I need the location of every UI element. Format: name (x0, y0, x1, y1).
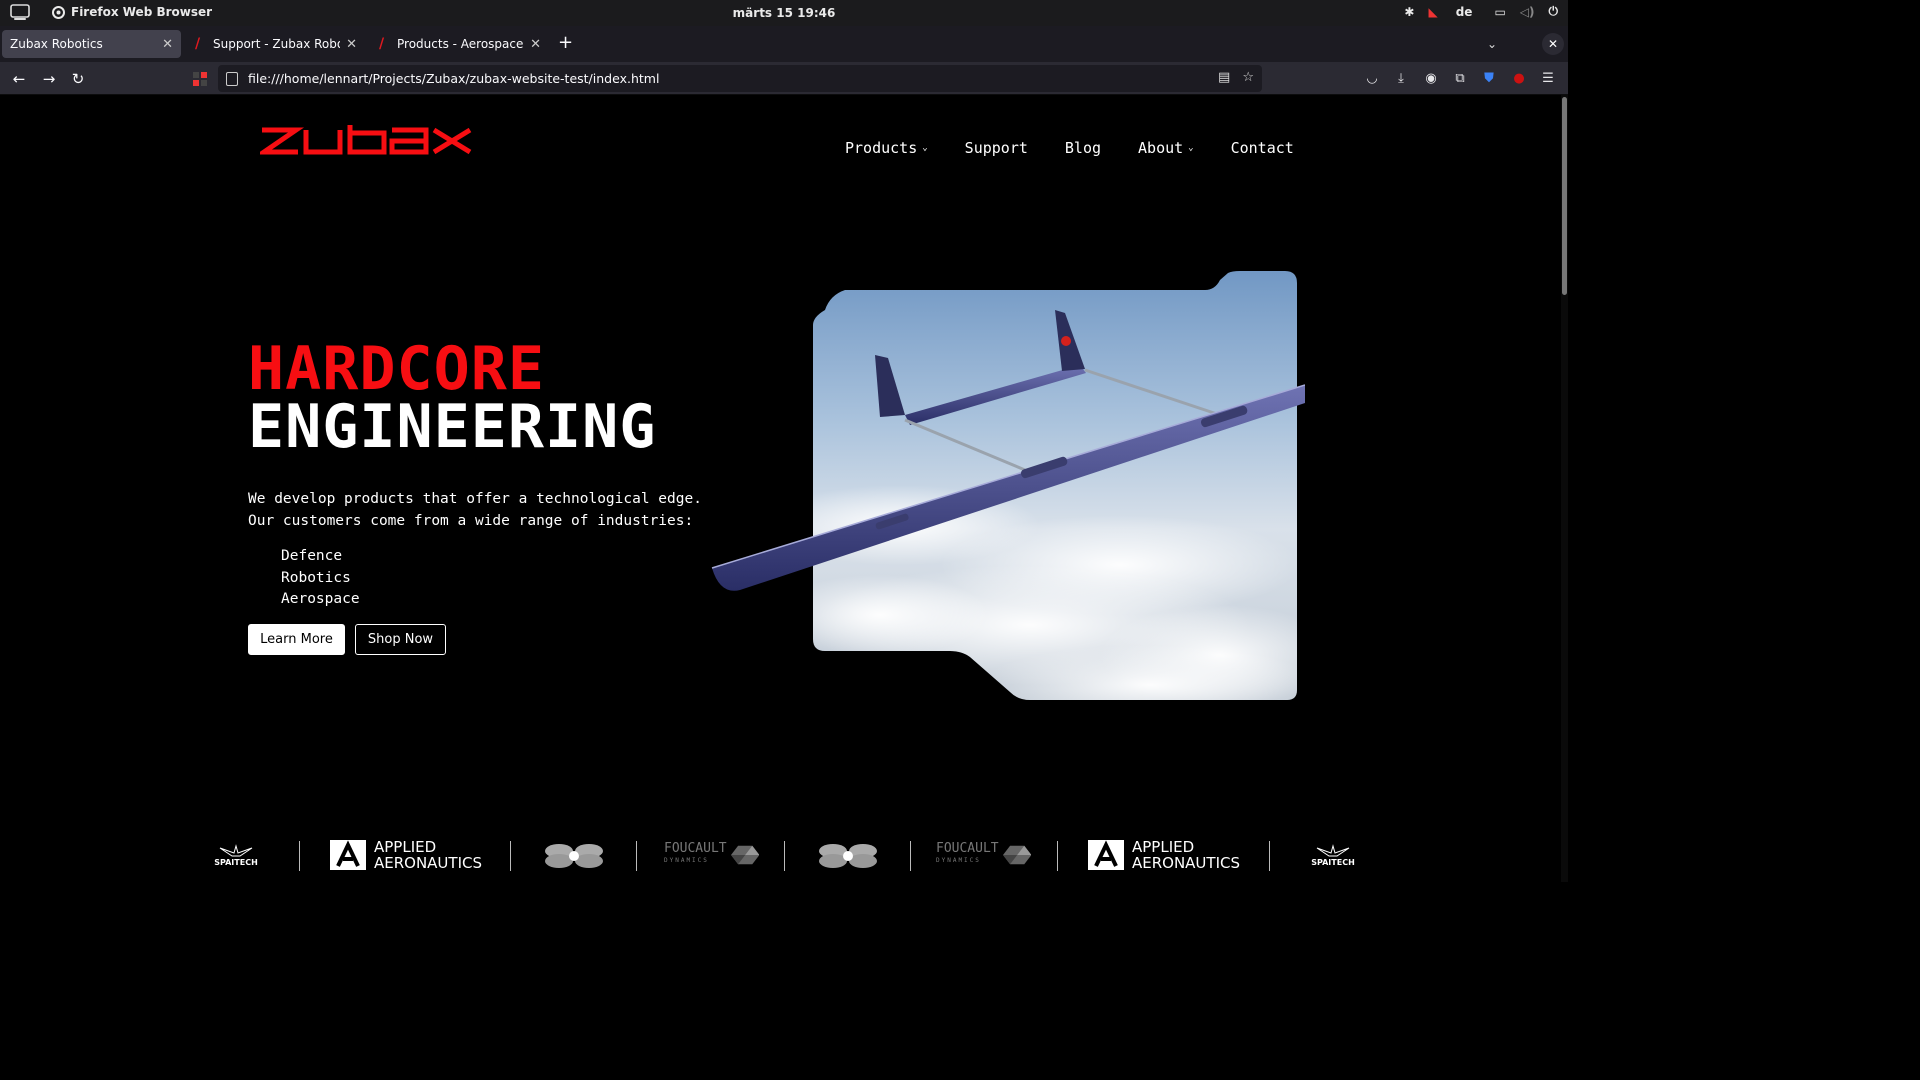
reader-view-icon[interactable]: ▤ (1218, 70, 1230, 85)
keyboard-layout[interactable]: de (1456, 5, 1473, 19)
window-close-icon[interactable]: ✕ (1542, 33, 1564, 55)
close-tab-icon[interactable]: ✕ (162, 37, 173, 52)
foucault-logo: FOUCAULT DYNAMICS (664, 835, 759, 875)
flower-drone-icon (818, 844, 877, 868)
tab-strip: Zubax Robotics ✕ / Support - Zubax Robot… (0, 26, 1568, 62)
ublock-origin-icon[interactable]: ● (1511, 71, 1527, 87)
partner-name-line-1: APPLIED (1131, 838, 1195, 856)
clock[interactable]: märts 15 19:46 (0, 6, 1568, 20)
partner-name-line-2: DYNAMICS (936, 857, 981, 864)
url-bar[interactable]: file:///home/lennart/Projects/Zubax/zuba… (218, 65, 1262, 92)
nav-label: Products (845, 139, 918, 157)
applied-aeronautics-a-icon (329, 840, 366, 870)
new-tab-plus-icon[interactable]: + (558, 32, 573, 53)
list-item: Robotics (281, 569, 351, 586)
tab-support[interactable]: / Support - Zubax Robotics ✕ (187, 30, 365, 58)
partner-name-line-1: FOUCAULT (936, 841, 999, 856)
nav-about[interactable]: About ⌄ (1138, 139, 1194, 157)
partner-name-line-1: FOUCAULT (664, 841, 727, 856)
nav-label: Contact (1230, 139, 1294, 157)
hero-title-line-2: ENGINEERING (248, 392, 657, 462)
main-navigation: Products ⌄ Support Blog About ⌄ Contact (845, 139, 1331, 157)
partner-name: SPAITECH (1311, 857, 1355, 867)
learn-more-button[interactable]: Learn More (248, 624, 345, 655)
nav-contact[interactable]: Contact (1231, 139, 1294, 157)
applied-aeronautics-a-icon (1087, 840, 1124, 870)
foucault-logo: FOUCAULT DYNAMICS (936, 835, 1031, 875)
notification-app-icon[interactable]: ◣ (1428, 5, 1437, 19)
tab-title: Zubax Robotics (10, 37, 103, 51)
nav-products[interactable]: Products ⌄ (845, 139, 928, 157)
nav-support[interactable]: Support (965, 139, 1028, 157)
nav-blog[interactable]: Blog (1065, 139, 1101, 157)
url-text: file:///home/lennart/Projects/Zubax/zuba… (248, 71, 660, 86)
bookmark-star-icon[interactable]: ☆ (1242, 70, 1254, 85)
tab-zubax-robotics[interactable]: Zubax Robotics ✕ (2, 30, 181, 58)
downloads-icon[interactable]: ⤓ (1393, 71, 1409, 87)
partner-name-line-1: APPLIED (373, 838, 437, 856)
close-tab-icon[interactable]: ✕ (346, 37, 357, 52)
flower-logo (536, 835, 611, 875)
system-top-bar: Firefox Web Browser märts 15 19:46 ✱ ◣ d… (0, 0, 1568, 26)
hamburger-menu-icon[interactable]: ☰ (1540, 71, 1556, 87)
chevron-down-icon: ⌄ (1188, 143, 1194, 153)
spaitech-logo: SPAITECH (196, 835, 276, 875)
zubax-logo[interactable]: zubax (260, 125, 472, 157)
scrollbar-thumb[interactable] (1562, 97, 1567, 295)
extensions-puzzle-icon[interactable]: ⧉ (1452, 71, 1468, 87)
tab-title: Products - Aerospace and (397, 37, 524, 51)
pocket-icon[interactable]: ◡ (1364, 71, 1380, 87)
hero-title: HARDCORE ENGINEERING (248, 334, 657, 462)
flower-drone-icon (544, 844, 603, 868)
volume-icon[interactable]: ◁) (1520, 5, 1535, 19)
slack-icon[interactable]: ✱ (1404, 5, 1414, 19)
foucault-hexagon-icon (730, 845, 759, 865)
hero-description-line-2: Our customers come from a wide range of … (248, 512, 694, 529)
extension-grid-icon[interactable] (193, 72, 207, 86)
zubax-favicon-icon: / (379, 36, 385, 52)
flower-logo (810, 835, 885, 875)
spaitech-logo: SPAITECH (1293, 835, 1373, 875)
partner-logos-strip: SPAITECH APPLIED AERONAUTICS FOUCAULT DY… (196, 835, 1376, 875)
tab-title: Support - Zubax Robotics (213, 37, 340, 51)
list-item: Defence (281, 548, 343, 564)
navigation-toolbar: ← → ↻ file:///home/lennart/Projects/Zuba… (0, 62, 1568, 95)
chevron-down-icon: ⌄ (922, 143, 928, 153)
screen-icon[interactable]: ▭ (1494, 5, 1505, 19)
applied-aeronautics-logo: APPLIED AERONAUTICS (1084, 835, 1244, 875)
zubax-favicon-icon: / (195, 36, 201, 52)
hero-description-line-1: We develop products that offer a technol… (248, 491, 702, 507)
shop-now-button[interactable]: Shop Now (355, 624, 446, 655)
hero-description: We develop products that offer a technol… (248, 489, 728, 532)
list-item: Aerospace (281, 591, 360, 607)
back-arrow-icon[interactable]: ← (8, 68, 30, 90)
list-all-tabs-chevron-icon[interactable]: ⌄ (1487, 37, 1497, 51)
partner-name-line-2: AERONAUTICS (373, 854, 482, 872)
account-icon[interactable]: ◉ (1423, 71, 1439, 87)
partner-name-line-2: DYNAMICS (664, 857, 709, 864)
nav-label: About (1138, 139, 1184, 157)
spaitech-wings-icon (219, 843, 253, 856)
spaitech-wings-icon (1316, 843, 1350, 856)
forward-arrow-icon[interactable]: → (38, 68, 60, 90)
close-tab-icon[interactable]: ✕ (530, 37, 541, 52)
nav-label: Blog (1064, 139, 1102, 157)
bitwarden-shield-icon[interactable]: ⛊ (1481, 71, 1497, 87)
nav-label: Support (964, 139, 1028, 157)
partner-name-line-2: AERONAUTICS (1131, 854, 1240, 872)
tab-products[interactable]: / Products - Aerospace and ✕ (371, 30, 549, 58)
system-tray: ✱ ◣ de ▭ ◁) ⏻ (1404, 4, 1558, 19)
page-file-icon (226, 71, 238, 86)
partner-name: SPAITECH (214, 857, 258, 867)
hero-title-line-1: HARDCORE (248, 334, 545, 404)
applied-aeronautics-logo: APPLIED AERONAUTICS (326, 835, 486, 875)
power-icon[interactable]: ⏻ (1549, 4, 1559, 19)
hero-aircraft-image (711, 271, 1305, 700)
reload-icon[interactable]: ↻ (67, 68, 89, 90)
foucault-hexagon-icon (1002, 845, 1031, 865)
web-page: zubax Products ⌄ Support Blog About ⌄ Co… (0, 95, 1561, 882)
industries-list: Defence Robotics Aerospace (281, 546, 360, 611)
